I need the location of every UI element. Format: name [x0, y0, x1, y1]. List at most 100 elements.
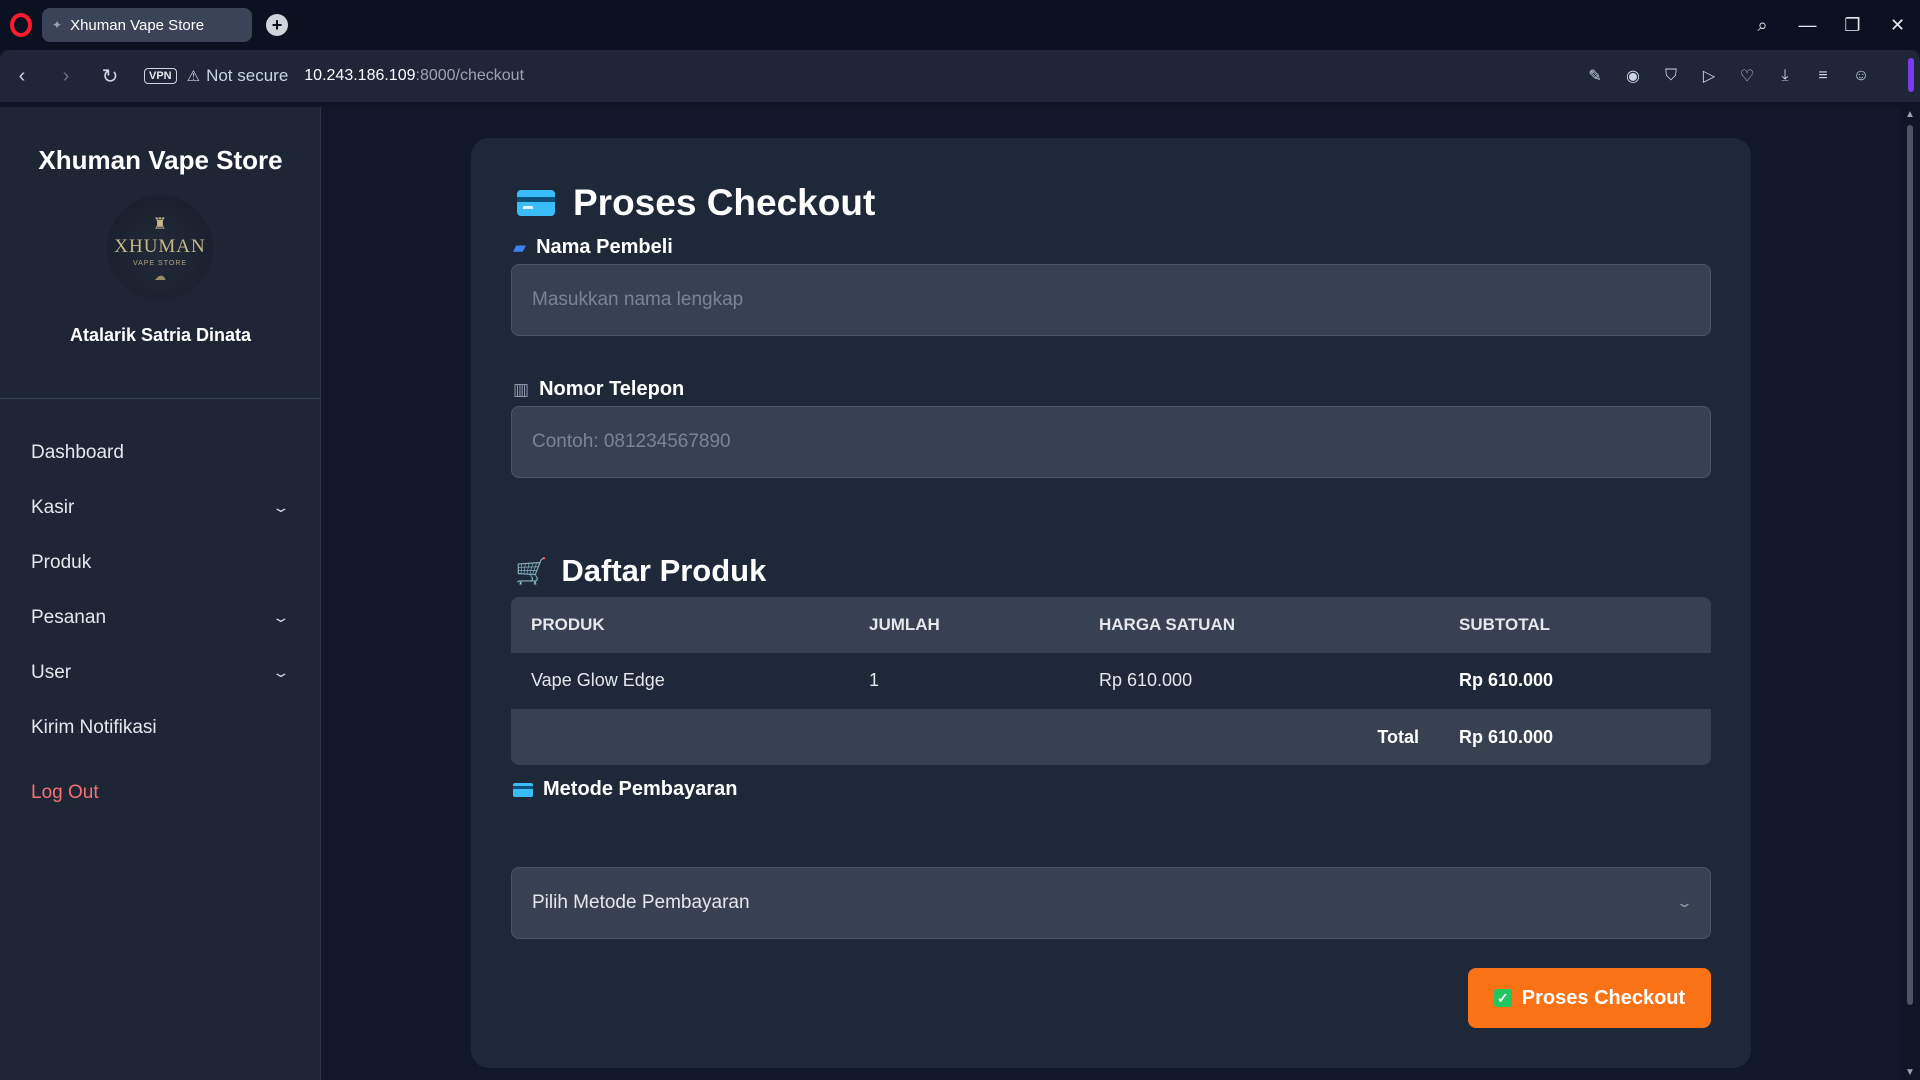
close-window-icon[interactable]: ✕: [1875, 15, 1920, 36]
sidebar-item-label: Dashboard: [31, 441, 124, 463]
security-status[interactable]: Not secure: [206, 66, 288, 86]
restore-icon[interactable]: ❐: [1830, 15, 1875, 36]
brand-title: Xhuman Vape Store: [38, 145, 283, 175]
sidebar-item-label: User: [31, 661, 72, 683]
chevron-down-icon: ⌄: [271, 609, 291, 625]
products-title: 🛒 Daftar Produk: [515, 553, 766, 589]
tab-title: Xhuman Vape Store: [70, 16, 205, 34]
products-title-text: Daftar Produk: [561, 553, 767, 588]
products-table: PRODUK JUMLAH HARGA SATUAN SUBTOTAL Vape…: [511, 597, 1711, 765]
product-name: Vape Glow Edge: [511, 653, 849, 710]
page: Xhuman Vape Store ♜ XHUMAN VAPE STORE ☁ …: [0, 107, 1900, 1080]
logo-sub: VAPE STORE: [132, 259, 188, 267]
credit-card-icon: [517, 190, 555, 216]
logo-name: XHUMAN: [114, 235, 206, 257]
payment-selected-value: Pilih Metode Pembayaran: [532, 892, 750, 913]
tab-favicon-icon: ✦: [52, 18, 63, 32]
scrollbar-thumb[interactable]: [1907, 125, 1913, 1005]
minimize-icon[interactable]: —: [1785, 15, 1830, 36]
buyer-name-label-text: Nama Pembeli: [536, 236, 673, 258]
url-field[interactable]: 10.243.186.109:8000/checkout: [304, 67, 524, 85]
reload-icon[interactable]: ↻: [88, 64, 132, 89]
browser-sidebar-accent[interactable]: [1908, 58, 1914, 92]
sidebar-divider: [0, 398, 321, 399]
camera-icon[interactable]: ◉: [1614, 66, 1652, 86]
browser-toolbar: ✎ ◉ ⛉ ▷ ♡ ⤓ ≡ ☺: [1576, 50, 1880, 102]
sidebar-item-kirim-notifikasi[interactable]: Kirim Notifikasi: [0, 700, 321, 755]
sidebar-item-user[interactable]: User ⌄: [0, 645, 321, 700]
url-host: 10.243.186.109: [304, 67, 416, 84]
product-subtotal: Rp 610.000: [1439, 653, 1711, 710]
heart-icon[interactable]: ♡: [1728, 66, 1766, 86]
warning-icon[interactable]: ⚠: [187, 67, 200, 85]
browser-tab[interactable]: ✦ Xhuman Vape Store: [42, 8, 252, 42]
scroll-down-icon[interactable]: ▼: [1905, 1067, 1915, 1078]
check-icon: ✓: [1493, 989, 1512, 1007]
logout-label: Log Out: [31, 781, 99, 803]
total-value: Rp 610.000: [1439, 709, 1711, 765]
cloud-icon: ☁: [154, 268, 166, 283]
sidebar-item-label: Pesanan: [31, 606, 107, 628]
logout-link[interactable]: Log Out: [0, 765, 321, 820]
search-tabs-icon[interactable]: ⌕: [1740, 15, 1785, 36]
scroll-up-icon[interactable]: ▲: [1905, 109, 1915, 120]
phone-input[interactable]: [511, 406, 1711, 478]
sidebar-item-label: Produk: [31, 551, 92, 573]
credit-card-icon: [513, 782, 533, 797]
phone-icon: ▥: [513, 379, 530, 399]
sidebar-item-produk[interactable]: Produk: [0, 535, 321, 590]
page-title: Proses Checkout: [517, 182, 875, 224]
total-row: Total Rp 610.000: [511, 709, 1711, 765]
shield-icon[interactable]: ⛉: [1652, 67, 1690, 85]
download-icon[interactable]: ⤓: [1766, 67, 1804, 85]
sidebar-item-pesanan[interactable]: Pesanan ⌄: [0, 590, 321, 645]
column-header: PRODUK: [511, 597, 849, 653]
table-header-row: PRODUK JUMLAH HARGA SATUAN SUBTOTAL: [511, 597, 1711, 653]
sidebar-item-dashboard[interactable]: Dashboard: [0, 425, 321, 480]
product-qty: 1: [849, 653, 1079, 710]
menu-icon[interactable]: ≡: [1804, 67, 1842, 85]
url-path: :8000/checkout: [415, 67, 525, 84]
total-empty-cell: [849, 709, 1079, 765]
sidebar-item-kasir[interactable]: Kasir ⌄: [0, 480, 321, 535]
payment-method-select[interactable]: Pilih Metode Pembayaran ⌄: [511, 867, 1711, 939]
checkout-card: Proses Checkout ▰ Nama Pembeli ▥ Nomor T…: [471, 138, 1751, 1068]
profile-icon[interactable]: ☺: [1842, 67, 1880, 85]
product-price: Rp 610.000: [1079, 653, 1439, 710]
sidebar-menu: Dashboard Kasir ⌄ Produk Pesanan ⌄ User …: [0, 425, 321, 820]
window-controls: ⌕ — ❐ ✕: [1740, 0, 1920, 50]
table-row: Vape Glow Edge 1 Rp 610.000 Rp 610.000: [511, 653, 1711, 710]
payment-label-text: Metode Pembayaran: [543, 778, 738, 800]
chevron-down-icon: ⌄: [1675, 895, 1694, 910]
user-name: Atalarik Satria Dinata: [69, 325, 252, 345]
store-logo: ♜ XHUMAN VAPE STORE ☁: [107, 195, 213, 301]
total-empty-cell: [511, 709, 849, 765]
sidebar-item-label: Kirim Notifikasi: [31, 716, 157, 738]
sidebar-item-label: Kasir: [31, 496, 75, 518]
buyer-name-label: ▰ Nama Pembeli: [513, 236, 673, 259]
proses-checkout-button[interactable]: ✓ Proses Checkout: [1468, 968, 1711, 1028]
forward-icon[interactable]: ›: [44, 65, 88, 88]
page-scrollbar[interactable]: ▲ ▼: [1900, 107, 1920, 1080]
address-bar: ‹ › ↻ VPN ⚠ Not secure 10.243.186.109:80…: [0, 50, 1920, 102]
page-title-text: Proses Checkout: [573, 182, 876, 223]
chevron-down-icon: ⌄: [271, 664, 291, 680]
payment-label: Metode Pembayaran: [513, 778, 738, 801]
buyer-name-input[interactable]: [511, 264, 1711, 336]
column-header: JUMLAH: [849, 597, 1079, 653]
new-tab-button[interactable]: +: [266, 14, 288, 36]
phone-label: ▥ Nomor Telepon: [513, 378, 684, 401]
folder-icon: ▰: [513, 237, 527, 257]
sidebar: Xhuman Vape Store ♜ XHUMAN VAPE STORE ☁ …: [0, 107, 321, 1080]
edit-icon[interactable]: ✎: [1576, 66, 1614, 86]
column-header: SUBTOTAL: [1439, 597, 1711, 653]
vape-icon: ♜: [152, 215, 168, 233]
opera-logo-icon[interactable]: [10, 13, 32, 37]
total-label: Total: [1079, 709, 1439, 765]
shopping-cart-icon: 🛒: [515, 555, 548, 586]
back-icon[interactable]: ‹: [0, 65, 44, 88]
phone-label-text: Nomor Telepon: [539, 378, 685, 400]
play-icon[interactable]: ▷: [1690, 66, 1728, 86]
proses-checkout-label: Proses Checkout: [1521, 986, 1686, 1009]
vpn-badge[interactable]: VPN: [144, 68, 177, 84]
